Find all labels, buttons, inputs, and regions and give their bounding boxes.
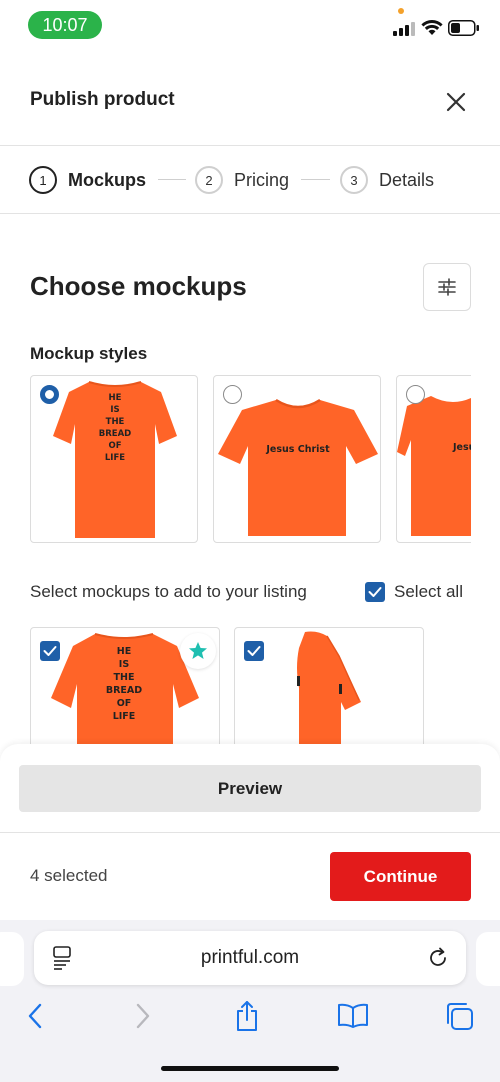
primary-mockup-badge[interactable] (180, 633, 216, 669)
status-bar: 10:07 (0, 0, 500, 50)
shirt-text: LIFE (105, 453, 125, 463)
checkmark-icon (247, 646, 261, 656)
shirt-text: IS (119, 659, 130, 670)
signal-icon (393, 22, 415, 36)
continue-button[interactable]: Continue (330, 852, 471, 901)
mockup-styles-carousel[interactable]: HE IS THE BREAD OF LIFE Jesus Christ Jes… (30, 375, 471, 544)
step-connector (158, 179, 186, 180)
close-button[interactable] (440, 86, 472, 118)
address-bar[interactable]: printful.com (34, 931, 466, 985)
privacy-indicator-dot (398, 8, 404, 14)
step-label: Pricing (234, 169, 290, 190)
style-card-back[interactable]: HE IS THE BREAD OF LIFE (30, 375, 198, 543)
style-radio-selected[interactable] (40, 385, 59, 404)
checkbox-checked[interactable] (365, 582, 385, 602)
share-icon[interactable] (230, 1000, 264, 1032)
shirt-text: HE (117, 646, 131, 657)
shirt-text: Jesus Christ (265, 444, 330, 455)
url-text: printful.com (200, 947, 300, 968)
page-title: Publish product (30, 89, 175, 110)
shirt-text: BREAD (106, 685, 142, 696)
select-all-checkbox[interactable]: Select all (365, 582, 463, 602)
step-mockups[interactable]: 1 Mockups (29, 166, 146, 194)
step-number: 1 (29, 166, 57, 194)
browser-toolbar: printful.com (0, 920, 500, 1082)
mockup-checkbox[interactable] (40, 641, 60, 661)
forward-icon[interactable] (126, 1000, 160, 1032)
action-footer: Preview 4 selected Continue (0, 744, 500, 922)
step-pricing[interactable]: 2 Pricing (195, 166, 289, 194)
selected-count: 4 selected (30, 866, 108, 885)
progress-stepper: 1 Mockups 2 Pricing 3 Details (0, 146, 500, 214)
divider (0, 832, 500, 833)
filter-button[interactable] (423, 263, 471, 311)
shirt-text: BREAD (99, 429, 131, 439)
select-mockups-label: Select mockups to add to your listing (30, 582, 307, 601)
battery-icon (448, 20, 479, 36)
modal-header: Publish product (0, 52, 500, 146)
reload-icon[interactable] (426, 946, 450, 975)
step-number: 2 (195, 166, 223, 194)
style-card-front[interactable]: Jesus Christ (213, 375, 381, 543)
back-icon[interactable] (18, 1000, 52, 1032)
sliders-icon (438, 278, 456, 296)
tabs-icon[interactable] (442, 1000, 476, 1032)
shirt-text: Jesu (452, 442, 471, 453)
style-radio[interactable] (223, 385, 242, 404)
step-label: Mockups (68, 169, 147, 190)
step-details[interactable]: 3 Details (340, 166, 434, 194)
status-time: 10:07 (28, 11, 102, 39)
checkmark-icon (43, 646, 57, 656)
mockup-checkbox[interactable] (244, 641, 264, 661)
preview-button[interactable]: Preview (19, 765, 481, 812)
step-connector (301, 179, 330, 180)
previous-tab-preview[interactable] (0, 932, 24, 986)
wifi-icon (421, 20, 443, 35)
step-label: Details (379, 169, 435, 190)
style-card-partial[interactable]: Jesu (396, 375, 471, 543)
shirt-text: OF (108, 441, 121, 451)
step-number: 3 (340, 166, 368, 194)
shirt-text: OF (117, 698, 132, 709)
shirt-text: THE (114, 672, 135, 683)
section-title: Choose mockups (30, 271, 247, 301)
star-icon (189, 642, 207, 659)
shirt-text: HE (109, 393, 122, 403)
shirt-text: IS (110, 405, 119, 415)
mockup-styles-label: Mockup styles (30, 344, 148, 363)
shirt-text: LIFE (113, 711, 136, 722)
checkmark-icon (368, 587, 382, 597)
close-icon (446, 92, 466, 112)
home-indicator[interactable] (161, 1066, 339, 1071)
style-radio[interactable] (406, 385, 425, 404)
shirt-text: THE (106, 417, 125, 427)
bookmarks-icon[interactable] (336, 1000, 370, 1032)
next-tab-preview[interactable] (476, 932, 500, 986)
select-all-label: Select all (394, 582, 463, 601)
